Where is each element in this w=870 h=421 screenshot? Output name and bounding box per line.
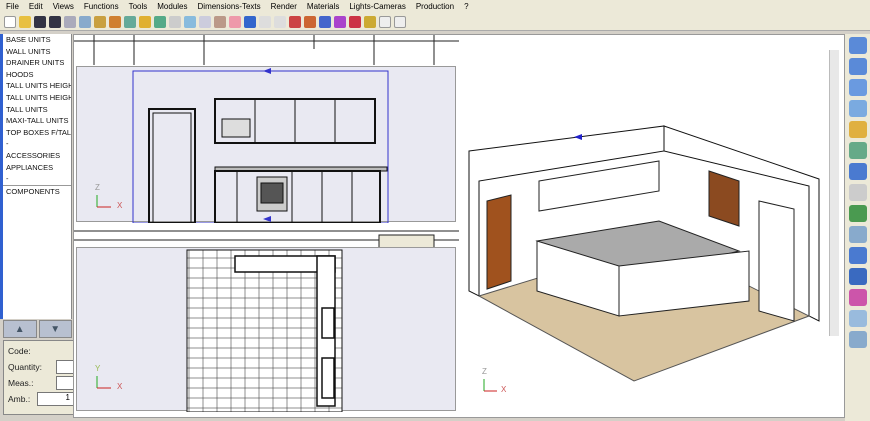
3d-kitchen-render <box>468 125 820 392</box>
tool-icon[interactable] <box>109 15 121 28</box>
render-view-icon[interactable] <box>848 310 867 327</box>
zoom-out-icon[interactable] <box>848 58 867 75</box>
axis-x-label: X <box>117 382 123 391</box>
arrow-down-icon[interactable]: ▼ <box>38 320 72 338</box>
code-label: Code: <box>8 346 31 356</box>
category-item[interactable]: TOP BOXES F/TAL <box>3 127 71 139</box>
view-edit-icon[interactable] <box>848 142 867 159</box>
category-item[interactable]: TALL UNITS HEIGH <box>3 92 71 104</box>
move-icon[interactable] <box>848 205 867 222</box>
category-item[interactable]: DRAINER UNITS <box>3 57 71 69</box>
category-item[interactable]: APPLIANCES <box>3 162 71 174</box>
modules-icon[interactable] <box>289 15 301 28</box>
rotate-icon[interactable] <box>848 247 867 264</box>
plan-drawing <box>96 249 343 413</box>
right-toolbar <box>845 34 870 421</box>
menu-views[interactable]: Views <box>53 2 74 11</box>
dimension-icon[interactable] <box>848 163 867 180</box>
ungroup-icon[interactable] <box>334 15 346 28</box>
toolbar <box>0 13 870 31</box>
measure-icon[interactable] <box>94 15 106 28</box>
text-icon[interactable] <box>848 268 867 285</box>
module-icon[interactable] <box>304 15 316 28</box>
group-icon[interactable] <box>319 15 331 28</box>
quantity-label: Quantity: <box>8 362 43 372</box>
axis-y-label: Y <box>95 364 101 373</box>
box-icon[interactable] <box>274 15 286 28</box>
clipboard-icon[interactable] <box>214 15 226 28</box>
render-icon[interactable] <box>349 15 361 28</box>
material-icon[interactable] <box>364 15 376 28</box>
axis-z-label: Z <box>482 367 487 376</box>
category-list: BASE UNITS WALL UNITS DRAINER UNITS HOOD… <box>0 34 72 319</box>
menu-help[interactable]: ? <box>464 2 468 11</box>
menu-functions[interactable]: Functions <box>84 2 119 11</box>
category-item[interactable]: HOODS <box>3 69 71 81</box>
category-item[interactable]: COMPONENTS <box>3 184 71 198</box>
category-item: - <box>6 174 9 184</box>
line-icon[interactable] <box>848 184 867 201</box>
menu-file[interactable]: File <box>6 2 19 11</box>
category-item[interactable]: TALL UNITS HEIGH <box>3 80 71 92</box>
3d-view[interactable]: Z X <box>459 51 844 407</box>
elevation-drawing <box>96 68 389 224</box>
zoom-all-icon[interactable] <box>848 100 867 117</box>
cut-icon[interactable] <box>169 15 181 28</box>
zoom-in-icon[interactable] <box>848 37 867 54</box>
amb-input[interactable]: 1 <box>37 392 74 406</box>
plan-view[interactable]: Y X <box>76 247 456 413</box>
paste-icon[interactable] <box>199 15 211 28</box>
category-item[interactable]: ACCESSORIES <box>3 150 71 162</box>
axis-x-label: X <box>501 385 507 394</box>
category-item[interactable]: MAXI-TALL UNITS <box>3 115 71 127</box>
zoom-window-icon[interactable] <box>848 79 867 96</box>
elevation-icon[interactable] <box>848 226 867 243</box>
arrow-up-icon[interactable]: ▲ <box>3 320 37 338</box>
new-icon[interactable] <box>4 15 16 28</box>
axis-z-label: Z <box>95 183 100 192</box>
menu-modules[interactable]: Modules <box>157 2 187 11</box>
vertical-scrollbar[interactable] <box>829 50 839 336</box>
edit-icon[interactable] <box>124 15 136 28</box>
menu-materials[interactable]: Materials <box>307 2 339 11</box>
print-icon[interactable] <box>64 15 76 28</box>
menu-tools[interactable]: Tools <box>129 2 148 11</box>
menu-lights-cameras[interactable]: Lights-Cameras <box>349 2 405 11</box>
palette-icon[interactable] <box>848 289 867 306</box>
open-icon[interactable] <box>19 15 31 28</box>
menu-render[interactable]: Render <box>271 2 297 11</box>
menu-bar: File Edit Views Functions Tools Modules … <box>0 0 870 13</box>
category-item[interactable]: TALL UNITS <box>3 104 71 116</box>
amb-label: Amb.: <box>8 394 31 404</box>
save-icon[interactable] <box>34 15 46 28</box>
cube-icon[interactable] <box>379 15 391 28</box>
save-as-icon[interactable] <box>49 15 61 28</box>
properties-panel: Code: Quantity: Meas.: Amb.: 1 <box>3 340 76 415</box>
copy-icon[interactable] <box>184 15 196 28</box>
category-item: - <box>6 139 9 149</box>
elevation-view[interactable]: Z X <box>76 66 456 224</box>
eraser-icon[interactable] <box>229 15 241 28</box>
drawing-canvas[interactable]: Z X Y X Z X <box>73 34 845 418</box>
cube2-icon[interactable] <box>394 15 406 28</box>
view-folder-icon[interactable] <box>848 121 867 138</box>
category-item[interactable]: BASE UNITS <box>3 34 71 46</box>
category-item[interactable]: WALL UNITS <box>3 46 71 58</box>
folder-icon[interactable] <box>139 15 151 28</box>
window-icon[interactable] <box>79 15 91 28</box>
menu-dimensions-texts[interactable]: Dimensions-Texts <box>198 2 261 11</box>
meas-label: Meas.: <box>8 378 34 388</box>
export-icon[interactable] <box>154 15 166 28</box>
nav-arrows: ▲ ▼ <box>3 320 72 338</box>
undo-icon[interactable] <box>244 15 256 28</box>
select-icon[interactable] <box>259 15 271 28</box>
label-icon[interactable] <box>848 331 867 348</box>
axis-x-label: X <box>117 201 123 210</box>
menu-production[interactable]: Production <box>416 2 454 11</box>
menu-edit[interactable]: Edit <box>29 2 43 11</box>
